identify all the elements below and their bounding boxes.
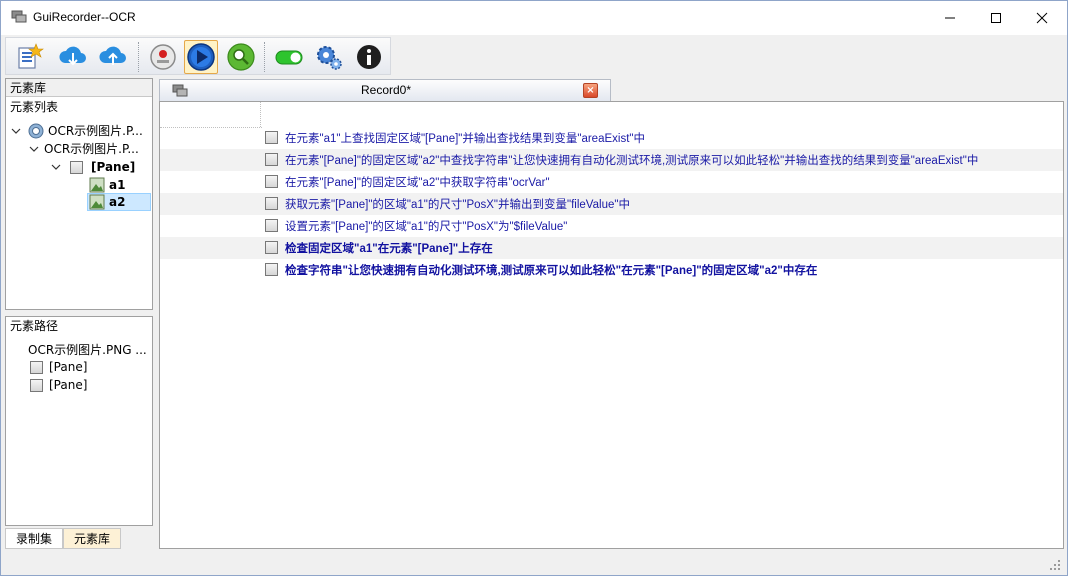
settings-button[interactable] — [312, 40, 346, 74]
step-row[interactable]: 获取元素"[Pane]"的区域"a1"的尺寸"PosX"并输出到变量"fileV… — [160, 193, 1063, 215]
image-region-icon — [89, 177, 105, 193]
resize-grip-icon[interactable] — [1049, 559, 1061, 571]
maximize-button[interactable] — [973, 1, 1019, 35]
minimize-icon — [945, 17, 955, 19]
play-button[interactable] — [184, 40, 218, 74]
chevron-down-icon[interactable] — [28, 143, 40, 155]
info-icon — [357, 45, 381, 69]
bottom-tab-bar: 录制集 元素库 — [5, 528, 153, 549]
path-item-label: [Pane] — [49, 360, 88, 374]
tab-record0[interactable]: Record0* × — [159, 79, 611, 101]
step-text: 设置元素"[Pane]"的区域"a1"的尺寸"PosX"为"$fileValue… — [285, 221, 568, 233]
step-row[interactable]: 设置元素"[Pane]"的区域"a1"的尺寸"PosX"为"$fileValue… — [160, 215, 1063, 237]
element-path-panel: 元素路径 OCR示例图片.PNG ... [Pane] [Pane] — [5, 316, 153, 526]
element-library-panel: 元素库 元素列表 OCR示例图片.P... OCR示例图片.P... [Pane… — [5, 78, 153, 310]
app-window: GuiRecorder--OCR 元素库 元素列表 OCR示例图片.P... O… — [0, 0, 1068, 576]
step-checkbox[interactable] — [265, 263, 278, 276]
step-row[interactable]: 检查字符串"让您快速拥有自动化测试环境,测试原来可以如此轻松"在元素"[Pane… — [160, 259, 1063, 281]
chevron-down-icon[interactable] — [10, 125, 22, 137]
close-button[interactable] — [1019, 1, 1065, 35]
step-checkbox[interactable] — [265, 175, 278, 188]
status-bar — [1, 552, 1067, 575]
path-item[interactable]: [Pane] — [30, 358, 87, 376]
step-checkbox[interactable] — [265, 241, 278, 254]
pane-icon — [70, 160, 83, 174]
step-text: 获取元素"[Pane]"的区域"a1"的尺寸"PosX"并输出到变量"fileV… — [285, 199, 630, 211]
step-text: 检查固定区域"a1"在元素"[Pane]"上存在 — [285, 243, 493, 255]
title-bar[interactable]: GuiRecorder--OCR — [1, 1, 1067, 35]
cloud-upload-icon — [99, 46, 126, 65]
minimize-button[interactable] — [927, 1, 973, 35]
ocr-image-icon — [28, 123, 44, 139]
search-button[interactable] — [224, 40, 258, 74]
main-toolbar — [5, 37, 391, 75]
app-icon — [11, 10, 27, 24]
step-row[interactable]: 在元素"a1"上查找固定区域"[Pane]"并输出查找结果到变量"areaExi… — [160, 127, 1063, 149]
tree-node-ocr-root[interactable]: OCR示例图片.P... — [10, 122, 143, 140]
new-project-button[interactable] — [12, 40, 46, 74]
tree-node-ocr-child[interactable]: OCR示例图片.P... — [28, 140, 139, 158]
pane-icon — [30, 378, 43, 392]
toolbar-separator — [138, 42, 140, 72]
cloud-download-icon — [59, 46, 86, 66]
tree-node-a2[interactable]: a2 — [87, 193, 151, 211]
search-icon — [227, 43, 255, 71]
tree-node-a1[interactable]: a1 — [88, 176, 152, 194]
info-button[interactable] — [352, 40, 386, 74]
chevron-down-icon[interactable] — [50, 161, 62, 173]
step-text: 检查字符串"让您快速拥有自动化测试环境,测试原来可以如此轻松"在元素"[Pane… — [285, 265, 818, 277]
element-path-header: 元素路径 — [6, 317, 152, 335]
step-row[interactable]: 在元素"[Pane]"的固定区域"a2"中获取字符串"ocrVar" — [160, 171, 1063, 193]
element-library-header: 元素库 — [6, 79, 152, 97]
tab-title: Record0* — [360, 83, 412, 97]
pane-icon — [30, 360, 43, 374]
step-text: 在元素"[Pane]"的固定区域"a2"中获取字符串"ocrVar" — [285, 177, 550, 189]
toolbar-separator — [264, 42, 266, 72]
tab-element-library[interactable]: 元素库 — [63, 528, 122, 549]
settings-icon — [317, 46, 342, 70]
upload-button[interactable] — [96, 40, 130, 74]
tree-node-label: OCR示例图片.P... — [48, 124, 143, 138]
element-list-label: 元素列表 — [10, 100, 59, 114]
tree-node-label: [Pane] — [91, 160, 136, 174]
record-icon — [150, 44, 176, 70]
tab-close-button[interactable]: × — [583, 83, 598, 98]
tab-recording-set[interactable]: 录制集 — [5, 528, 64, 549]
play-icon — [187, 43, 215, 71]
image-region-icon — [89, 194, 105, 210]
maximize-icon — [991, 13, 1001, 23]
column-divider — [260, 102, 261, 127]
step-row[interactable]: 检查固定区域"a1"在元素"[Pane]"上存在 — [160, 237, 1063, 259]
tree-node-label: a2 — [109, 195, 126, 209]
path-item[interactable]: OCR示例图片.PNG ... — [28, 341, 147, 359]
step-text: 在元素"[Pane]"的固定区域"a2"中查找字符串"让您快速拥有自动化测试环境… — [285, 155, 979, 167]
tree-node-label: a1 — [109, 178, 126, 192]
path-item-label: OCR示例图片.PNG ... — [28, 343, 147, 357]
step-checkbox[interactable] — [265, 197, 278, 210]
window-title: GuiRecorder--OCR — [33, 10, 136, 24]
toggle-button[interactable] — [272, 40, 306, 74]
record-button[interactable] — [146, 40, 180, 74]
path-item[interactable]: [Pane] — [30, 376, 87, 394]
step-text: 在元素"a1"上查找固定区域"[Pane]"并输出查找结果到变量"areaExi… — [285, 133, 645, 145]
new-project-icon — [18, 43, 44, 69]
tree-node-pane[interactable]: [Pane] — [50, 158, 135, 176]
download-button[interactable] — [56, 40, 90, 74]
step-row[interactable]: 在元素"[Pane]"的固定区域"a2"中查找字符串"让您快速拥有自动化测试环境… — [160, 149, 1063, 171]
toggle-icon — [275, 50, 303, 65]
tree-node-label: OCR示例图片.P... — [44, 142, 139, 156]
path-item-label: [Pane] — [49, 378, 88, 392]
step-checkbox[interactable] — [265, 153, 278, 166]
close-icon — [1036, 12, 1048, 24]
record-steps-area: 在元素"a1"上查找固定区域"[Pane]"并输出查找结果到变量"areaExi… — [159, 101, 1064, 549]
step-checkbox[interactable] — [265, 131, 278, 144]
step-checkbox[interactable] — [265, 219, 278, 232]
